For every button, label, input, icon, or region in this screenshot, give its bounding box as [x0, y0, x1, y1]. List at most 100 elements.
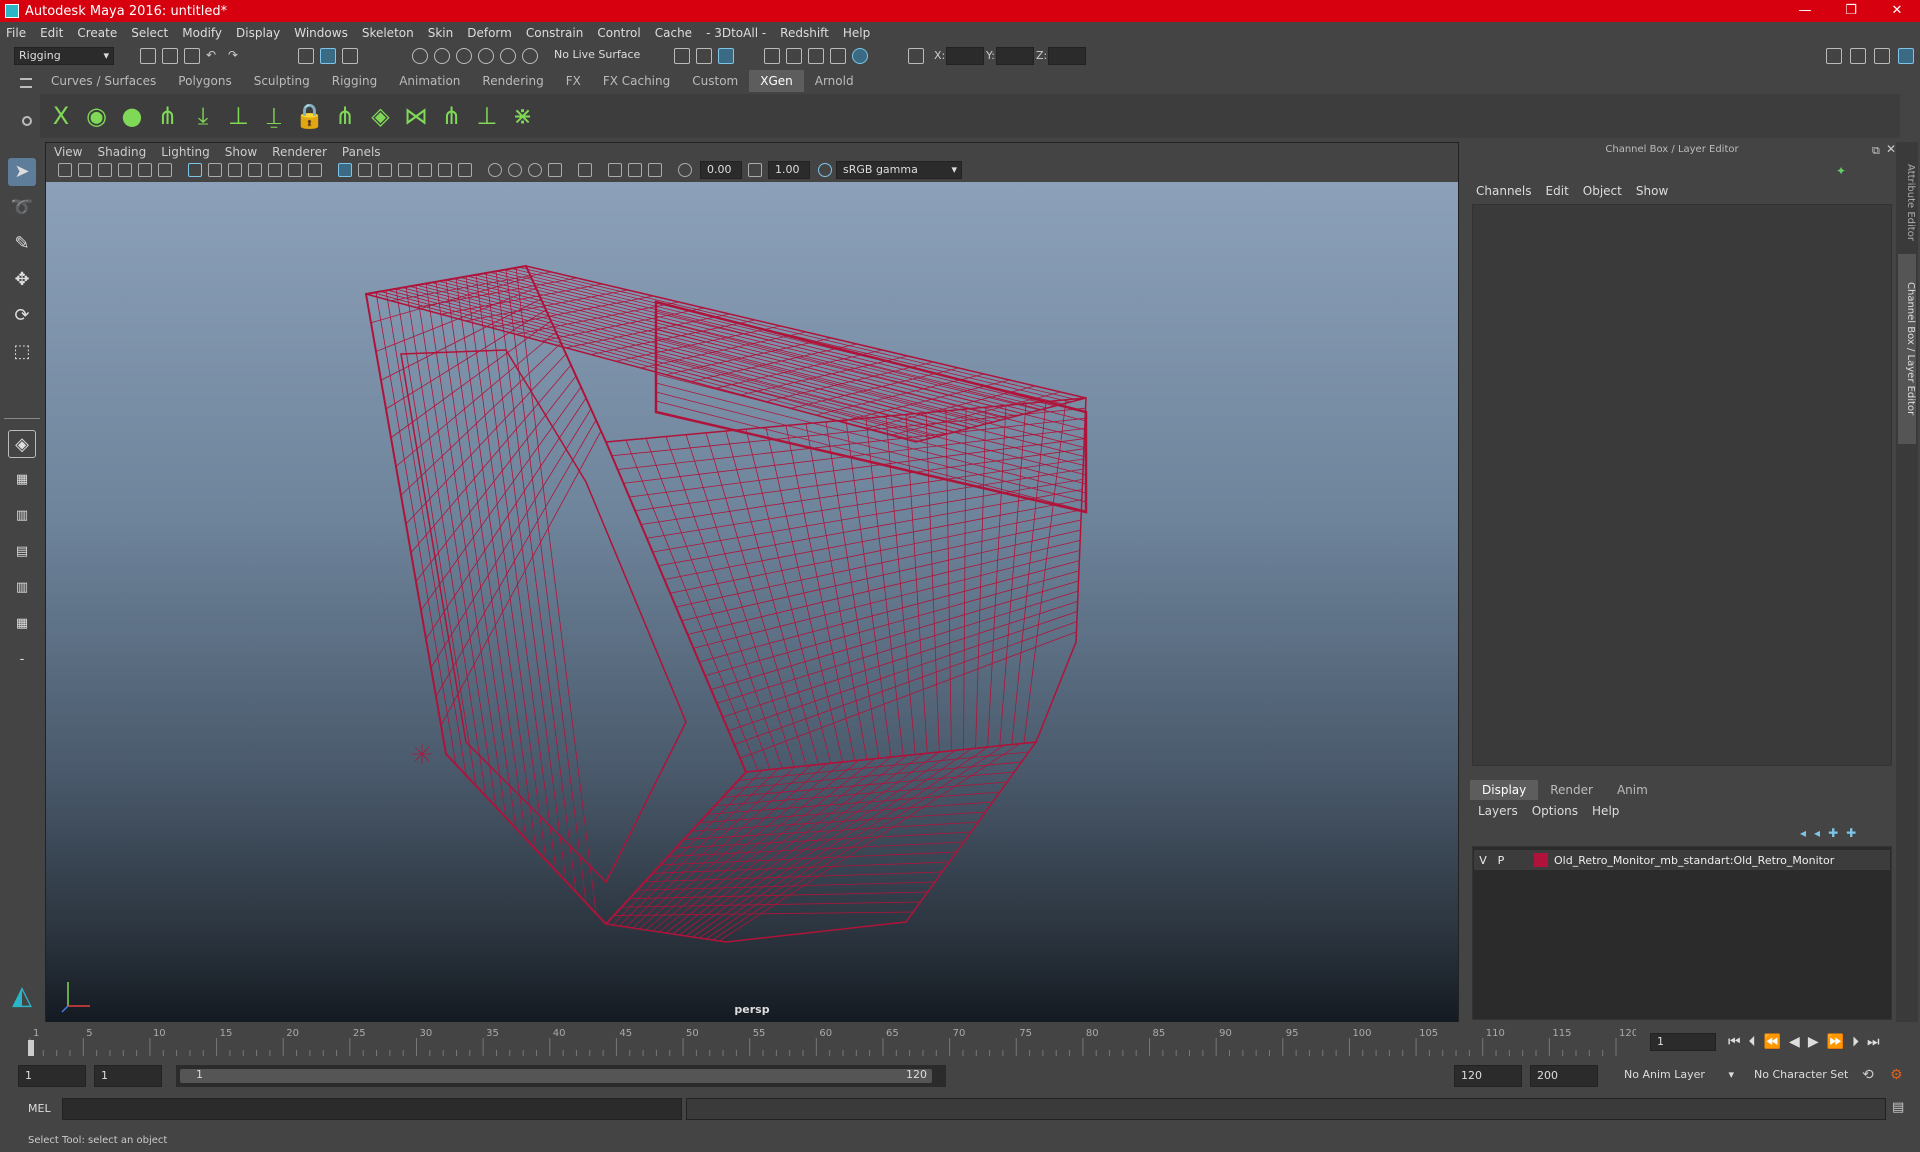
menu-display[interactable]: Display — [236, 26, 280, 40]
menu-redshift[interactable]: Redshift — [780, 26, 829, 40]
channel-menu-object[interactable]: Object — [1583, 184, 1622, 198]
guides-icon[interactable]: ⋔ — [153, 100, 183, 132]
new-scene-icon[interactable] — [140, 48, 156, 64]
select-component-icon[interactable] — [342, 48, 358, 64]
noise-icon[interactable]: ⋔ — [437, 100, 467, 132]
perspective-viewport[interactable]: persp — [46, 182, 1458, 1022]
snap-surface-icon[interactable] — [500, 48, 516, 64]
float-panel-icon[interactable]: ⧉ — [1872, 144, 1880, 158]
shelf-tab-sculpting[interactable]: Sculpting — [243, 70, 321, 92]
shadows-icon[interactable] — [458, 163, 472, 177]
current-time-indicator[interactable] — [28, 1040, 34, 1056]
remove-icon[interactable]: ⋇ — [508, 100, 538, 132]
attribute-editor-toggle-icon[interactable] — [1850, 48, 1866, 64]
snap-point-icon[interactable] — [456, 48, 472, 64]
restore-button[interactable]: ❐ — [1828, 0, 1874, 22]
command-input[interactable] — [62, 1098, 682, 1120]
use-all-lights-icon[interactable] — [438, 163, 452, 177]
camera-attributes-icon[interactable] — [78, 163, 92, 177]
xray-active-components-icon[interactable] — [628, 163, 642, 177]
panel-menu-show[interactable]: Show — [225, 145, 257, 159]
safe-action-icon[interactable] — [288, 163, 302, 177]
close-panel-icon[interactable]: ✕ — [1886, 142, 1896, 156]
snap-curve-icon[interactable] — [434, 48, 450, 64]
menu-help[interactable]: Help — [843, 26, 870, 40]
cut-icon[interactable]: ⋈ — [401, 100, 431, 132]
2d-pan-zoom-icon[interactable] — [138, 163, 152, 177]
step-forward-frame-icon[interactable]: ⏵ — [1852, 1034, 1859, 1050]
wireframe-on-shaded-icon[interactable] — [398, 163, 412, 177]
panel-menu-lighting[interactable]: Lighting — [161, 145, 210, 159]
modeling-toolkit-icon[interactable] — [1826, 48, 1842, 64]
persp-outliner-layout-icon[interactable]: ▥ — [8, 502, 36, 530]
rotate-tool-icon[interactable]: ⟳ — [8, 302, 36, 330]
image-plane-icon[interactable] — [118, 163, 132, 177]
comb-icon[interactable]: ⋔ — [330, 100, 360, 132]
mode-selector[interactable]: Rigging ▾ — [14, 47, 114, 65]
command-language-label[interactable]: MEL — [28, 1102, 51, 1115]
menu-select[interactable]: Select — [131, 26, 168, 40]
smooth-shading-icon[interactable] — [358, 163, 372, 177]
custom-layout-icon[interactable]: - — [8, 646, 36, 674]
snap-vertex-icon[interactable] — [522, 48, 538, 64]
input-ops-icon[interactable] — [674, 48, 690, 64]
panel-menu-panels[interactable]: Panels — [342, 145, 381, 159]
depth-of-field-icon[interactable] — [548, 163, 562, 177]
motion-blur-icon[interactable] — [508, 163, 522, 177]
grease-pencil-icon[interactable] — [158, 163, 172, 177]
menu-3dtoall[interactable]: - 3DtoAll - — [706, 26, 766, 40]
panel-menu-view[interactable]: View — [54, 145, 82, 159]
transform-mode-icon[interactable] — [908, 48, 924, 64]
redo-icon[interactable]: ↷ — [228, 48, 244, 64]
step-back-key-icon[interactable]: ⏪ — [1764, 1034, 1781, 1050]
layer-menu-layers[interactable]: Layers — [1478, 804, 1518, 818]
place-guide-icon[interactable]: ⍊ — [259, 100, 289, 132]
playback-end-field[interactable]: 120 — [1454, 1065, 1522, 1087]
open-scene-icon[interactable] — [162, 48, 178, 64]
play-backwards-icon[interactable]: ◀ — [1789, 1034, 1800, 1050]
menu-file[interactable]: File — [6, 26, 26, 40]
shelf-tab-fx-caching[interactable]: FX Caching — [592, 70, 681, 92]
channel-menu-show[interactable]: Show — [1636, 184, 1668, 198]
panel-menu-renderer[interactable]: Renderer — [272, 145, 327, 159]
scale-tool-icon[interactable]: ⬚ — [8, 338, 36, 366]
create-empty-layer-icon[interactable]: ✚ — [1828, 826, 1838, 840]
persp-graph-hypergraph-layout-icon[interactable]: ▥ — [8, 574, 36, 602]
layer-tab-anim[interactable]: Anim — [1605, 780, 1660, 800]
shelf-tab-fx[interactable]: FX — [555, 70, 592, 92]
film-gate-icon[interactable] — [208, 163, 222, 177]
animation-start-field[interactable]: 1 — [18, 1065, 86, 1087]
shelf-tab-xgen[interactable]: XGen — [749, 70, 804, 92]
anim-layer-dropdown[interactable]: No Anim Layer ▾ — [1618, 1065, 1736, 1087]
step-forward-key-icon[interactable]: ⏩ — [1827, 1034, 1844, 1050]
tool-settings-toggle-icon[interactable] — [1874, 48, 1890, 64]
menu-create[interactable]: Create — [77, 26, 117, 40]
menu-windows[interactable]: Windows — [294, 26, 348, 40]
lasso-tool-icon[interactable]: ➰ — [8, 194, 36, 222]
close-button[interactable]: ✕ — [1874, 0, 1920, 22]
layer-row[interactable]: V P Old_Retro_Monitor_mb_standart:Old_Re… — [1474, 850, 1890, 870]
shelf-tab-animation[interactable]: Animation — [388, 70, 471, 92]
xgen-editor-icon[interactable]: X — [46, 100, 76, 132]
layer-visibility-toggle[interactable]: V — [1474, 854, 1492, 867]
menu-cache[interactable]: Cache — [655, 26, 692, 40]
range-slider-handle[interactable] — [180, 1069, 932, 1083]
layer-tab-render[interactable]: Render — [1538, 780, 1605, 800]
object-axes-icon[interactable]: ✦ — [1836, 164, 1846, 178]
channel-box-toggle-icon[interactable] — [1898, 48, 1914, 64]
current-frame-field[interactable]: 1 — [1650, 1033, 1716, 1051]
color-management-icon[interactable] — [818, 163, 832, 177]
gamma-icon[interactable] — [748, 163, 762, 177]
exposure-field[interactable]: 0.00 — [700, 161, 742, 179]
minimize-button[interactable]: — — [1782, 0, 1828, 22]
save-scene-icon[interactable] — [184, 48, 200, 64]
character-set-dropdown[interactable]: No Character Set — [1748, 1065, 1852, 1087]
bookmark-icon[interactable] — [98, 163, 112, 177]
select-tool-icon[interactable]: ➤ — [8, 158, 36, 186]
grid-toggle-icon[interactable] — [188, 163, 202, 177]
shelf-tab-arnold[interactable]: Arnold — [804, 70, 865, 92]
single-perspective-layout-icon[interactable]: ◈ — [8, 430, 36, 458]
y-field[interactable] — [996, 47, 1034, 65]
xray-icon[interactable] — [608, 163, 622, 177]
four-view-layout-icon[interactable]: ▦ — [8, 466, 36, 494]
